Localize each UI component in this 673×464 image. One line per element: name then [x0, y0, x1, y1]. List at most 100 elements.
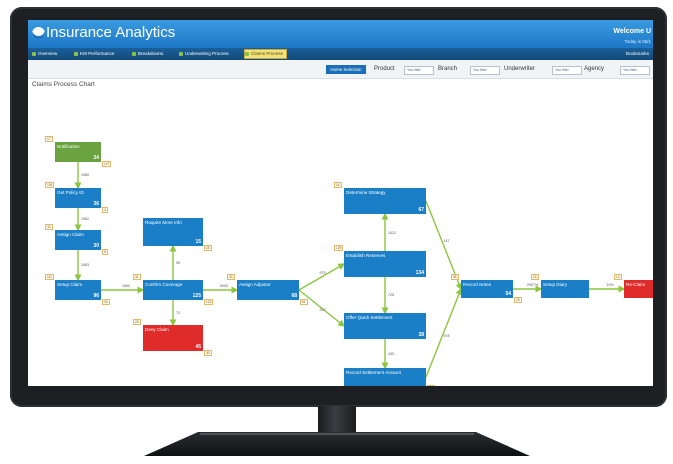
- home-icon: [32, 52, 36, 56]
- node-in-count-tag: 23: [531, 274, 539, 280]
- process-node-record-notes[interactable]: Record Notes 54: [461, 280, 513, 298]
- process-node-policy[interactable]: Get Policy ID 36: [55, 188, 101, 208]
- process-node-quick[interactable]: Offer Quick Settlement 38: [344, 313, 426, 339]
- node-in-count-tag: 17: [45, 136, 53, 142]
- node-label: Assign Claim: [57, 232, 84, 237]
- process-node-confirm[interactable]: Confirm Coverage 125: [143, 280, 203, 300]
- filter-branch-select[interactable]: You filter: [470, 66, 500, 75]
- node-value: 45: [195, 344, 201, 350]
- edge-label: 578: [443, 334, 450, 338]
- node-label: Establish Reserves: [346, 253, 386, 258]
- filter-agency-select[interactable]: You filter: [620, 66, 650, 75]
- edge-label: 1012: [388, 230, 396, 235]
- node-out-count-tag: 147: [102, 161, 112, 167]
- edge-label: 317: [319, 308, 326, 312]
- node-value: 15: [195, 239, 201, 245]
- edge-label: 2597%: [527, 283, 539, 287]
- node-label: Determine Strategy: [346, 190, 386, 195]
- edge-label: 95: [176, 261, 180, 265]
- node-label: Confirm Coverage: [145, 282, 183, 287]
- process-node-setup-diary[interactable]: Setup Diary: [541, 280, 589, 298]
- node-label: Offer Quick Settlement: [346, 315, 393, 320]
- chart-title: Claims Process Chart: [32, 81, 95, 88]
- node-out-count-tag: 33: [102, 299, 110, 305]
- bookmarks-link[interactable]: Bookmarks: [626, 50, 649, 58]
- node-in-count-tag: 14: [334, 182, 342, 188]
- welcome-text: Welcome U: [613, 28, 651, 35]
- nav-label: Underwriting Process: [185, 51, 229, 56]
- nav-underwriting-process[interactable]: Underwriting Process: [179, 50, 229, 58]
- node-in-count-tag: 111: [45, 274, 54, 280]
- process-node-more-info[interactable]: Require More Info 15: [143, 218, 203, 246]
- node-label: Setup Claim: [57, 282, 83, 287]
- flow-edge: [425, 287, 463, 378]
- filter-product-label: Product: [374, 66, 395, 72]
- logo-icon: [32, 27, 45, 40]
- node-in-count-tag: 40: [227, 274, 235, 280]
- node-out-count-tag: 25: [204, 245, 212, 251]
- node-label: Setup Diary: [543, 282, 568, 287]
- chart-icon: [74, 52, 78, 56]
- node-out-count-tag: 20: [427, 385, 435, 386]
- nav-claims-process[interactable]: Claims Process: [244, 49, 287, 59]
- process-node-re-claim[interactable]: Re-Claim: [624, 280, 653, 298]
- date-text: Today is 05/1: [624, 39, 651, 44]
- claims-icon: [245, 52, 249, 56]
- process-node-adjuster[interactable]: Assign Adjuster 68: [237, 280, 299, 300]
- edge-label: 1962: [81, 217, 89, 221]
- filter-underwriter-select[interactable]: You filter: [552, 66, 582, 75]
- node-label: Record Settlement Amount: [346, 370, 401, 375]
- node-value: 30: [93, 243, 99, 249]
- node-in-count-tag: 68: [451, 274, 459, 280]
- process-node-notification[interactable]: Notification 24: [55, 142, 101, 162]
- edge-label: 1950: [122, 284, 130, 288]
- process-node-record-amount[interactable]: Record Settlement Amount: [344, 368, 426, 386]
- process-node-assign-claim[interactable]: Assign Claim 30: [55, 230, 101, 250]
- filter-product-select[interactable]: You filter: [404, 66, 434, 75]
- node-label: Get Policy ID: [57, 190, 84, 195]
- edge-label: 1960: [81, 173, 89, 177]
- filter-underwriter-label: Underwriter: [504, 66, 536, 72]
- node-out-count-tag: 4: [102, 207, 108, 213]
- nav-label: KM Performance: [80, 51, 115, 56]
- monitor-stand-base: [144, 432, 530, 456]
- home-selection-button[interactable]: Home Selection: [326, 65, 366, 74]
- nav-overview[interactable]: Overview: [32, 50, 57, 58]
- node-label: Notification: [57, 144, 80, 149]
- process-flow-chart: 1960 1962 1963 1950 95 73 5000 975 317 1012 725 433…: [28, 88, 653, 386]
- node-out-count-tag: 23: [514, 297, 522, 303]
- node-in-count-tag: 13: [614, 274, 622, 280]
- monitor-screen: Insurance Analytics Welcome U Today is 0…: [28, 20, 653, 386]
- edge-label: 975: [319, 271, 326, 275]
- app-title: Insurance Analytics: [46, 24, 176, 41]
- nav-km-performance[interactable]: KM Performance: [74, 50, 114, 58]
- node-out-count-tag: 51: [300, 299, 308, 305]
- nav-label: Overview: [38, 51, 58, 56]
- nav-label: Breakdowns: [138, 51, 164, 56]
- node-label: Assign Adjuster: [239, 282, 271, 287]
- node-out-count-tag: 123: [204, 299, 214, 305]
- node-value: 125: [192, 293, 201, 299]
- edge-label: 73: [176, 310, 180, 315]
- filter-bar: Home Selection Product You filter Branch…: [28, 60, 653, 79]
- process-node-strategy[interactable]: Determine Strategy 67: [344, 188, 426, 214]
- edge-label: 1963: [81, 263, 89, 267]
- process-node-reserves[interactable]: Establish Reserves 134: [344, 251, 426, 277]
- process-node-setup-claim[interactable]: Setup Claim 96: [55, 280, 101, 300]
- flow-edge: [298, 263, 346, 291]
- filter-agency-label: Agency: [584, 66, 605, 72]
- node-value: 134: [415, 270, 424, 276]
- process-icon: [179, 52, 183, 56]
- node-in-count-tag: 30: [45, 224, 53, 230]
- nav-breakdowns[interactable]: Breakdowns: [132, 50, 163, 58]
- node-label: Re-Claim: [626, 282, 646, 287]
- process-node-deny[interactable]: Deny Claim 45: [143, 325, 203, 351]
- flow-edges: [74, 162, 626, 378]
- monitor-stand-highlight: [200, 433, 474, 435]
- node-in-count-tag: 129: [334, 245, 344, 251]
- node-value: 38: [418, 332, 424, 338]
- node-label: Deny Claim: [145, 327, 169, 332]
- node-value: 36: [93, 201, 99, 207]
- node-value: 96: [93, 293, 99, 299]
- edge-label: 433: [388, 351, 394, 356]
